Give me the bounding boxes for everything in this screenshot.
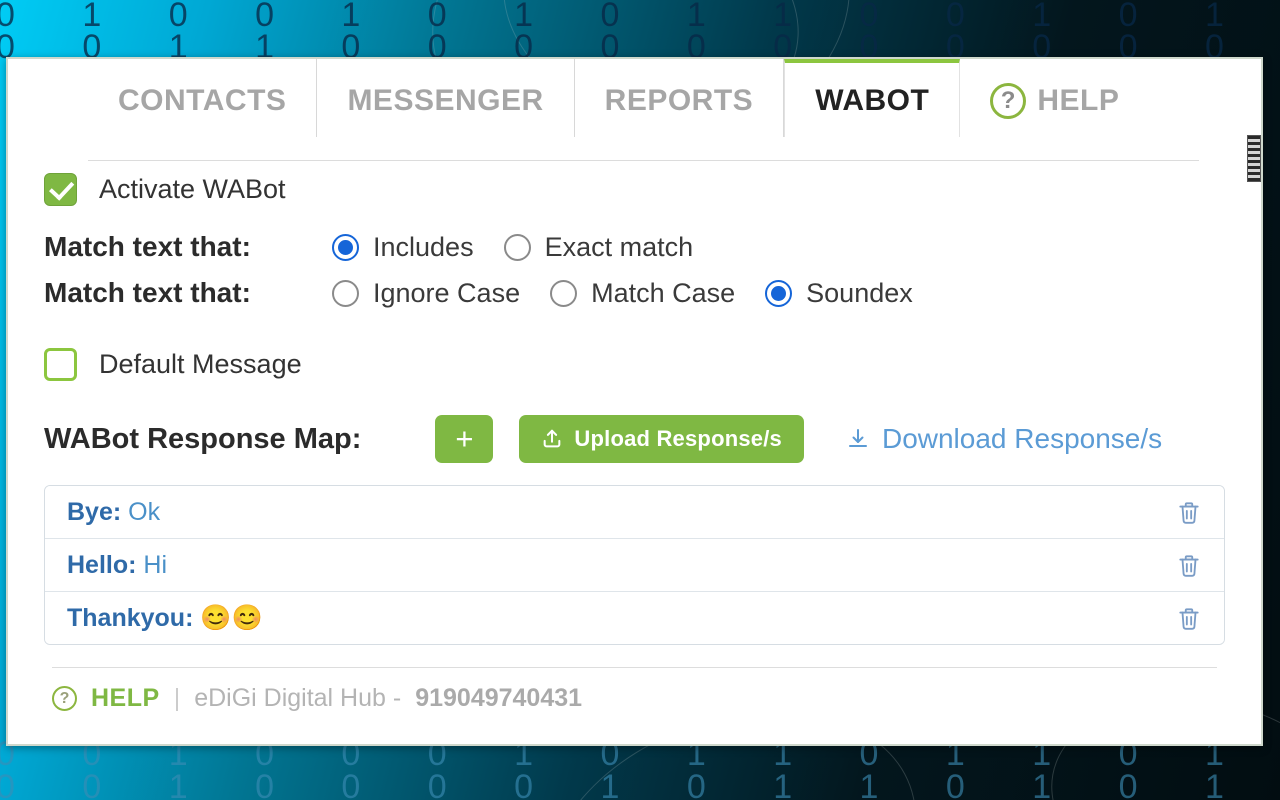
tab-contacts[interactable]: CONTACTS [88,59,318,137]
radio-match-case-label: Match Case [591,277,736,308]
activate-wabot-checkbox[interactable] [44,173,77,206]
footer-help-link[interactable]: HELP [91,684,160,713]
radio-option-exact-match[interactable]: Exact match [503,231,694,263]
download-responses-label: Download Response/s [881,423,1163,454]
download-icon [848,429,867,447]
radio-includes-input[interactable] [332,233,359,261]
tab-bar-divider [88,160,1199,161]
match-text-label-1: Match text that: [44,231,251,262]
tab-reports[interactable]: REPORTS [575,59,785,137]
tab-messenger[interactable]: MESSENGER [317,59,575,137]
match-text-label-2: Match text that: [44,277,251,308]
download-responses-link[interactable]: Download Response/s [846,423,1162,455]
trash-icon[interactable] [1176,603,1202,633]
wabot-settings-panel: CONTACTS MESSENGER REPORTS WABOT ? HELP … [6,57,1263,746]
list-item[interactable]: Bye: Ok [45,486,1224,539]
response-map-entry: Hello: Hi [67,551,167,580]
scrollbar-handle[interactable] [1247,135,1261,182]
match-mode-radio-group: Includes Exact match [332,232,723,263]
radio-soundex-label: Soundex [806,277,913,308]
upload-responses-button[interactable]: Upload Response/s [519,415,804,463]
list-item[interactable]: Hello: Hi [45,539,1224,592]
response-map-entry: Bye: Ok [67,498,160,527]
radio-ignore-case-label: Ignore Case [373,277,521,308]
binary-row: 0 0 1 0 0 0 0 1 0 1 1 0 1 0 1 0 0 0 1 1 … [0,768,1280,800]
response-map-toolbar: WABot Response Map: + Upload Response/s … [44,415,1225,463]
activate-wabot-row: Activate WABot [44,173,1225,206]
default-message-checkbox[interactable] [44,348,77,381]
response-map-title: WABot Response Map: [44,422,362,455]
match-text-row-2: Match text that: Ignore Case Match Case … [44,270,1225,316]
footer-separator: | [173,684,181,712]
plus-icon: + [455,421,474,456]
main-tab-bar: CONTACTS MESSENGER REPORTS WABOT ? HELP [8,59,1261,137]
footer: ? HELP | eDiGi Digital Hub - 91904974043… [44,668,1225,713]
response-map-list: Bye: Ok Hello: Hi Thankyou: 😊😊 [44,485,1225,645]
add-response-button[interactable]: + [435,415,494,463]
radio-soundex-input[interactable] [765,279,793,307]
footer-org-name: eDiGi Digital Hub - [194,684,402,712]
tab-help[interactable]: ? HELP [960,59,1149,137]
tab-wabot[interactable]: WABOT [784,59,961,137]
radio-option-match-case[interactable]: Match Case [550,278,735,309]
radio-option-soundex[interactable]: Soundex [765,278,913,309]
trash-icon[interactable] [1176,497,1202,527]
radio-option-includes[interactable]: Includes [332,232,474,263]
tab-help-label: HELP [1037,84,1120,117]
response-map-entry: Thankyou: 😊😊 [67,604,263,633]
response-value: Ok [128,497,161,526]
response-value: 😊😊 [200,603,263,632]
radio-ignore-case-input[interactable] [332,279,359,307]
radio-exact-match-input[interactable] [503,233,531,261]
response-key: Hello: [67,550,137,579]
response-value: Hi [143,550,168,579]
activate-wabot-label: Activate WABot [99,174,286,204]
default-message-row: Default Message [44,348,1225,381]
question-circle-icon: ? [990,83,1027,119]
panel-body: Activate WABot Match text that: Includes… [8,137,1261,713]
response-key: Bye: [67,497,122,526]
radio-includes-label: Includes [373,231,474,262]
list-item[interactable]: Thankyou: 😊😊 [45,592,1224,644]
response-key: Thankyou: [67,603,194,632]
question-circle-icon: ? [52,686,77,711]
footer-phone-number: 919049740431 [415,684,583,712]
match-text-row-1: Match text that: Includes Exact match [44,224,1225,270]
radio-match-case-input[interactable] [550,279,578,307]
upload-responses-label: Upload Response/s [574,426,782,451]
radio-option-ignore-case[interactable]: Ignore Case [332,278,520,309]
case-mode-radio-group: Ignore Case Match Case Soundex [332,278,943,309]
trash-icon[interactable] [1176,550,1202,580]
upload-icon [544,429,561,448]
radio-exact-match-label: Exact match [544,231,694,262]
default-message-label: Default Message [99,349,302,379]
